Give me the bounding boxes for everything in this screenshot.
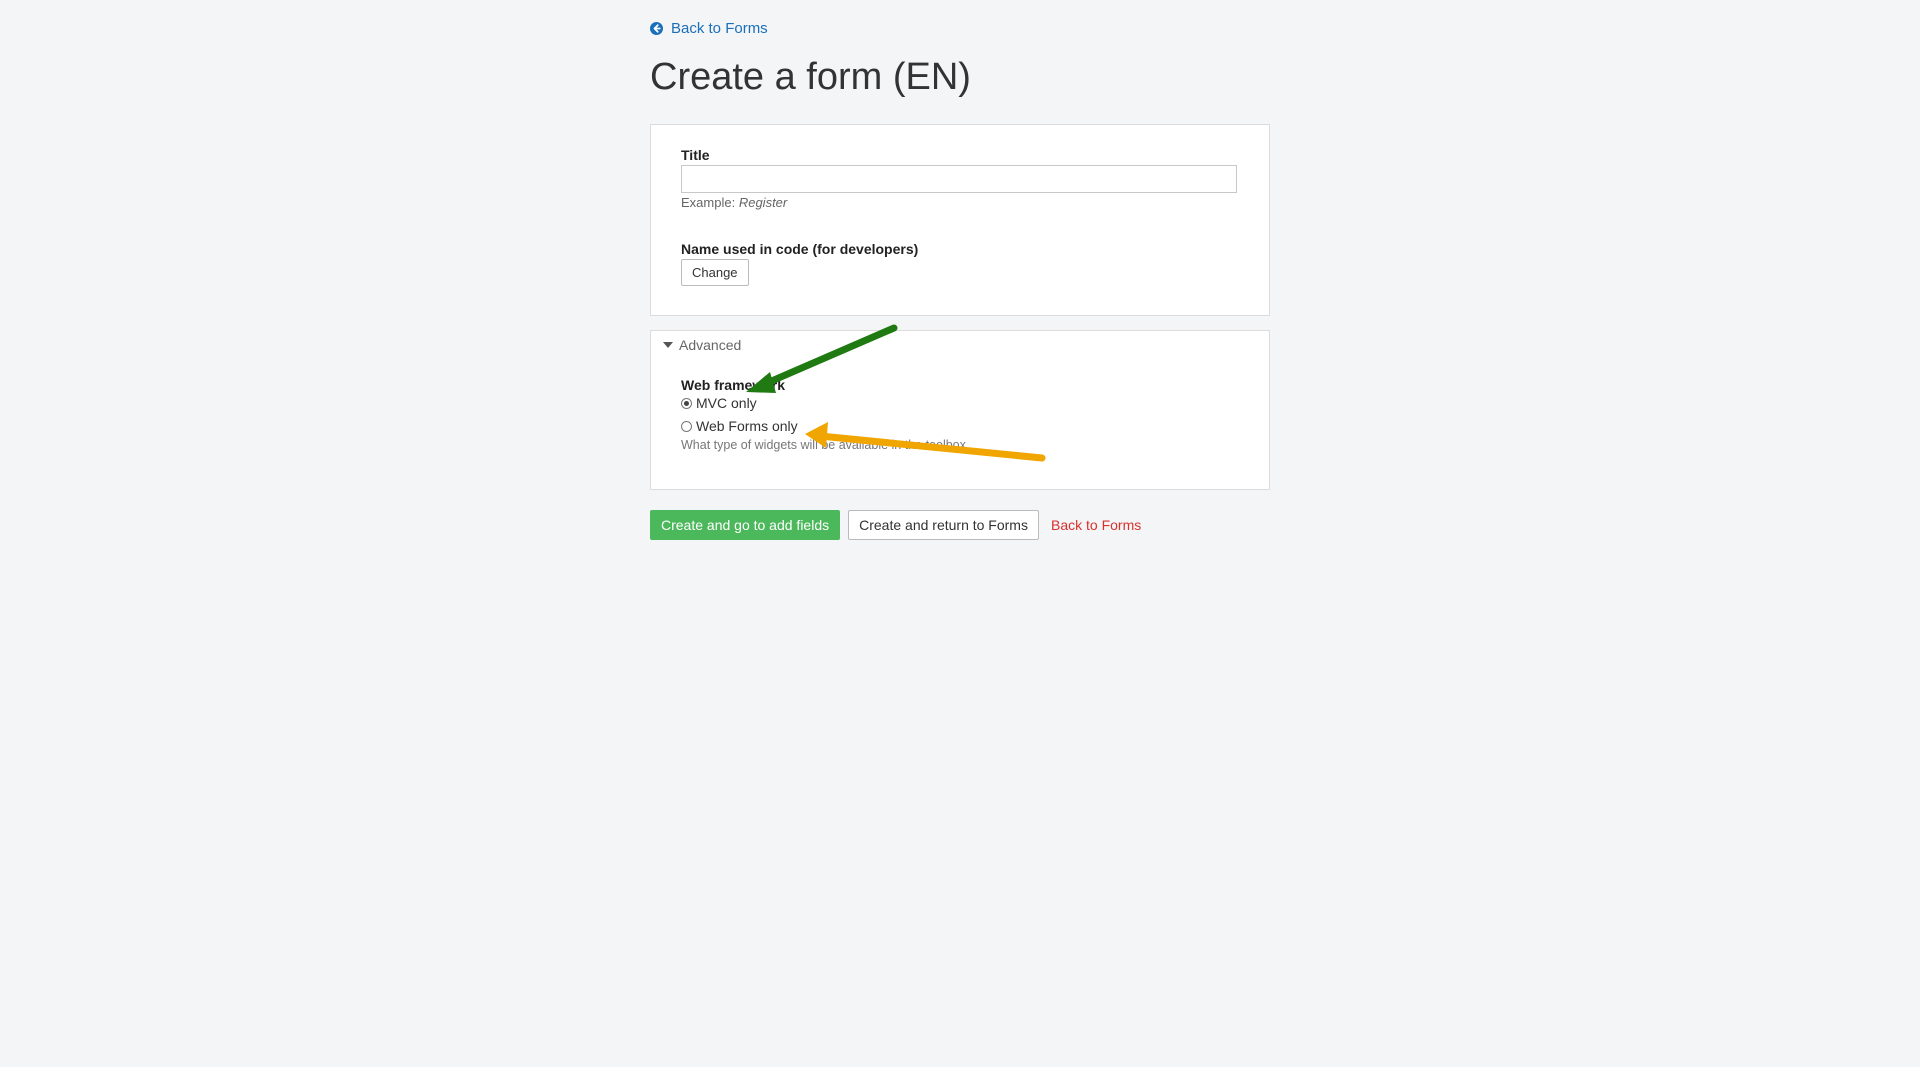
radio-mvc-label: MVC only xyxy=(696,395,757,411)
radio-option-mvc[interactable]: MVC only xyxy=(681,395,757,411)
web-framework-label: Web framework xyxy=(681,377,785,393)
form-basic-panel: Title Example: Register Name used in cod… xyxy=(650,124,1270,316)
change-code-name-button[interactable]: Change xyxy=(681,259,749,286)
radio-web-forms-input[interactable] xyxy=(681,420,692,432)
title-field-label: Title xyxy=(681,147,710,163)
arrow-circle-left-icon xyxy=(650,22,663,35)
create-and-return-button[interactable]: Create and return to Forms xyxy=(848,510,1039,540)
example-prefix: Example: xyxy=(681,195,736,210)
back-to-forms-link[interactable]: Back to Forms xyxy=(650,20,768,37)
example-value: Register xyxy=(738,195,788,210)
radio-web-forms-label: Web Forms only xyxy=(696,418,798,434)
advanced-toggle-label: Advanced xyxy=(679,337,742,353)
advanced-panel: Advanced Web framework MVC only Web Form… xyxy=(650,330,1270,490)
cancel-back-to-forms-link[interactable]: Back to Forms xyxy=(1051,517,1141,533)
title-input[interactable] xyxy=(681,165,1237,193)
web-framework-help-text: What type of widgets will be available i… xyxy=(681,438,966,452)
page-title: Create a form (EN) xyxy=(650,56,971,98)
advanced-toggle[interactable]: Advanced xyxy=(663,337,741,353)
form-actions: Create and go to add fields Create and r… xyxy=(650,510,1141,540)
back-to-forms-label: Back to Forms xyxy=(671,20,768,37)
caret-down-icon xyxy=(663,342,673,348)
radio-option-web-forms[interactable]: Web Forms only xyxy=(681,418,798,434)
radio-mvc-input[interactable] xyxy=(681,397,692,409)
title-example: Example: Register xyxy=(681,195,787,210)
create-and-add-fields-button[interactable]: Create and go to add fields xyxy=(650,510,841,540)
code-name-label: Name used in code (for developers) xyxy=(681,241,919,257)
